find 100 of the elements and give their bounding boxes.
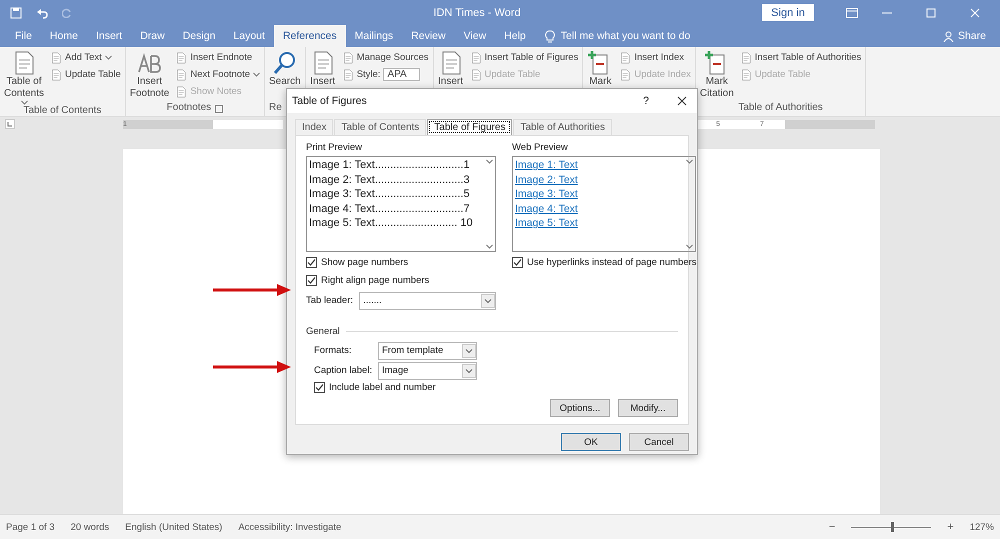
person-icon: [942, 30, 954, 42]
dialog-tab[interactable]: Table of Contents: [334, 119, 426, 135]
caret-icon: [686, 244, 692, 249]
ribbon-button[interactable]: Table of Contents: [4, 50, 44, 105]
group-label: Table of Authorities: [738, 102, 823, 115]
ribbon-small-button[interactable]: Insert Endnote: [175, 50, 260, 65]
document-icon: [50, 52, 62, 64]
menu-tab[interactable]: References: [274, 25, 346, 47]
preview-entry: Image 3: Text.............................5: [309, 187, 471, 202]
ribbon-button[interactable]: Insert: [438, 50, 464, 116]
zoom-out-button[interactable]: −: [828, 521, 836, 533]
dropdown-icon[interactable]: [481, 294, 495, 308]
dropdown-icon[interactable]: [462, 344, 476, 358]
preview-link[interactable]: Image 3: Text: [515, 187, 681, 202]
ruler: [213, 120, 283, 128]
ribbon-small-button[interactable]: Next Footnote: [175, 67, 260, 82]
preview-entry: Image 1: Text.............................1: [309, 158, 471, 172]
dialog-tab[interactable]: Index: [295, 119, 334, 135]
preview-link[interactable]: Image 1: Text: [515, 158, 681, 172]
document-icon: [342, 52, 354, 64]
ribbon-small-button[interactable]: Insert Index: [619, 50, 691, 65]
ribbon-small-button[interactable]: Insert Table of Authorities: [740, 50, 862, 65]
word-count[interactable]: 20 words: [70, 522, 110, 532]
style-select[interactable]: APA: [383, 68, 420, 81]
zoom-level[interactable]: 127%: [970, 522, 994, 532]
checkbox-label[interactable]: Right align page numbers: [321, 275, 430, 286]
undo-icon[interactable]: [36, 6, 48, 18]
page-count[interactable]: Page 1 of 3: [6, 522, 55, 532]
dialog-launcher-icon[interactable]: [215, 105, 224, 113]
zoom-in-button[interactable]: +: [947, 521, 954, 533]
dialog-tab[interactable]: Table of Authorities: [513, 119, 612, 135]
ribbon-small-button[interactable]: Add Text: [50, 50, 121, 65]
checkbox-label[interactable]: Use hyperlinks instead of page numbers: [527, 257, 697, 268]
help-button[interactable]: ?: [643, 95, 649, 107]
document-icon: [175, 68, 188, 80]
modify-button[interactable]: Modify...: [618, 399, 678, 417]
scrollbar[interactable]: [683, 157, 695, 251]
caret-icon: [104, 55, 112, 60]
checkbox[interactable]: [314, 382, 325, 393]
preview-entry: Image 5: Text........................... 10: [309, 216, 474, 230]
tab-leader-dropdown[interactable]: .......: [359, 292, 496, 310]
search-icon: [272, 50, 298, 76]
dialog-title: Table of Figures: [292, 95, 368, 107]
checkbox[interactable]: [306, 275, 317, 286]
document-icon: [470, 52, 482, 64]
checkbox-label[interactable]: Include label and number: [329, 382, 436, 393]
checkbox[interactable]: [306, 257, 317, 268]
ribbon-button[interactable]: Mark: [587, 50, 614, 116]
checkbox[interactable]: [512, 257, 523, 268]
preview-entry: Image 2: Text.............................3: [309, 172, 471, 187]
caption-label-dropdown[interactable]: Image: [378, 362, 477, 380]
options-button[interactable]: Options...: [550, 399, 610, 417]
caret-icon: [486, 244, 492, 249]
accessibility-status[interactable]: Accessibility: Investigate: [238, 522, 342, 532]
field-label: Formats:: [314, 345, 352, 356]
field-label: Tab leader:: [306, 295, 354, 306]
section-label: General: [306, 326, 340, 337]
dropdown-icon[interactable]: [462, 364, 476, 378]
close-icon[interactable]: [677, 96, 687, 106]
ribbon-button[interactable]: Insert Footnote: [130, 50, 170, 102]
tab-selector-icon[interactable]: [5, 119, 15, 129]
document-icon: [619, 52, 632, 64]
save-icon[interactable]: [10, 6, 22, 18]
cancel-button[interactable]: Cancel: [629, 433, 689, 451]
checkbox-label[interactable]: Show page numbers: [321, 257, 408, 268]
ribbon-small-button[interactable]: Manage Sources: [342, 50, 429, 65]
section-label: Print Preview: [306, 142, 363, 153]
ok-button[interactable]: OK: [561, 433, 621, 451]
sign-in-button[interactable]: Sign in: [762, 4, 814, 21]
window-title: IDN Times - Word: [432, 6, 522, 18]
group-label: Footnotes: [166, 102, 212, 115]
dialog-tab[interactable]: Table of Figures: [427, 119, 512, 135]
document-icon: [175, 52, 188, 64]
field-label: Caption label:: [314, 365, 372, 376]
preview-link[interactable]: Image 4: Text: [515, 202, 681, 216]
document-icon: [740, 68, 752, 80]
document-icon: [740, 52, 752, 64]
ribbon-small-button[interactable]: Style: APA: [342, 67, 429, 82]
document-icon: [50, 68, 62, 80]
group-label: Table of Contents: [24, 105, 102, 118]
language-status[interactable]: English (United States): [125, 522, 222, 532]
preview-entry: Image 4: Text.............................7: [309, 202, 471, 216]
caret-icon: [686, 159, 692, 164]
scrollbar[interactable]: [483, 157, 495, 251]
preview-link[interactable]: Image 2: Text: [515, 172, 681, 187]
formats-dropdown[interactable]: From template: [378, 342, 477, 360]
caret-icon: [486, 159, 492, 164]
caret-icon: [253, 72, 260, 77]
document-icon: [470, 68, 482, 80]
document-icon: [619, 68, 632, 80]
ribbon-small-button[interactable]: Insert Table of Figures: [470, 50, 578, 65]
ribbon-display-icon[interactable]: [846, 8, 858, 18]
preview-link[interactable]: Image 5: Text: [515, 216, 681, 230]
caret-icon: [20, 100, 28, 105]
group-label: Re: [269, 102, 282, 115]
ribbon-button[interactable]: Mark Citation: [700, 50, 734, 102]
lightbulb-icon: [544, 30, 555, 42]
document-icon: [175, 86, 188, 98]
section-label: Web Preview: [512, 142, 569, 153]
ribbon-small-button[interactable]: Update Table: [50, 67, 121, 82]
